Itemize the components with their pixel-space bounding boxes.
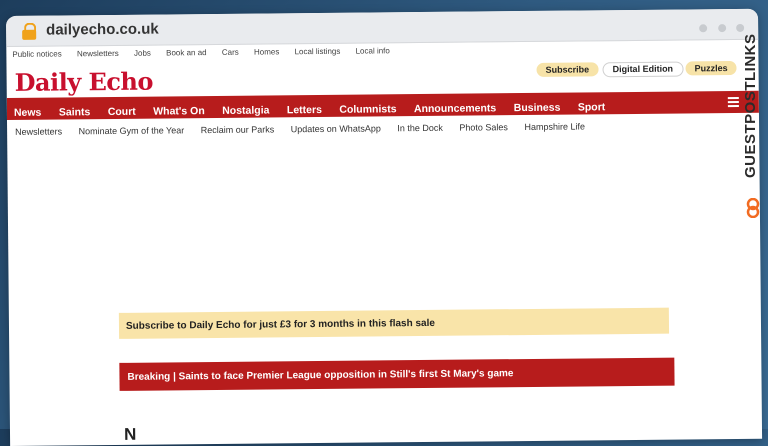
nav-item-court[interactable]: Court bbox=[108, 106, 136, 118]
nav-item-sport[interactable]: Sport bbox=[578, 101, 606, 113]
section-heading: N bbox=[123, 424, 137, 444]
utility-link-jobs[interactable]: Jobs bbox=[134, 49, 151, 58]
subnav-item-gym-of-the-year[interactable]: Nominate Gym of the Year bbox=[79, 125, 185, 136]
subscribe-promo-banner[interactable]: Subscribe to Daily Echo for just £3 for … bbox=[118, 307, 670, 339]
lock-icon bbox=[22, 22, 37, 40]
utility-link-local-info[interactable]: Local info bbox=[356, 46, 390, 55]
utility-link-cars[interactable]: Cars bbox=[222, 48, 239, 57]
nav-item-announcements[interactable]: Announcements bbox=[414, 102, 496, 115]
window-dot-icon[interactable] bbox=[736, 23, 745, 32]
breaking-news-banner[interactable]: Breaking | Saints to face Premier League… bbox=[119, 357, 675, 391]
subnav-item-in-the-dock[interactable]: In the Dock bbox=[397, 123, 443, 133]
utility-links: Public notices Newsletters Jobs Book an … bbox=[12, 46, 403, 59]
subnav-item-reclaim-parks[interactable]: Reclaim our Parks bbox=[201, 124, 275, 135]
subnav-item-whatsapp[interactable]: Updates on WhatsApp bbox=[291, 123, 381, 134]
breaking-text: Breaking | Saints to face Premier League… bbox=[127, 368, 514, 383]
digital-edition-button[interactable]: Digital Edition bbox=[602, 61, 684, 78]
nav-item-whats-on[interactable]: What's On bbox=[153, 105, 205, 117]
nav-item-letters[interactable]: Letters bbox=[287, 104, 322, 116]
puzzles-button[interactable]: Puzzles bbox=[685, 60, 737, 76]
nav-item-news[interactable]: News bbox=[14, 107, 42, 119]
site-logo[interactable]: Daily Echo bbox=[14, 67, 153, 97]
browser-toolbar: dailyecho.co.uk bbox=[6, 8, 759, 47]
utility-link-homes[interactable]: Homes bbox=[254, 47, 279, 56]
nav-item-nostalgia[interactable]: Nostalgia bbox=[222, 104, 269, 116]
watermark: GUESTPOSTLINKS bbox=[742, 33, 766, 228]
nav-item-business[interactable]: Business bbox=[514, 102, 561, 114]
utility-link-newsletters[interactable]: Newsletters bbox=[77, 49, 119, 58]
link-icon bbox=[746, 198, 760, 218]
subnav-item-newsletters[interactable]: Newsletters bbox=[15, 126, 62, 136]
nav-item-columnists[interactable]: Columnists bbox=[339, 103, 396, 116]
subscribe-button[interactable]: Subscribe bbox=[536, 62, 599, 77]
utility-link-public-notices[interactable]: Public notices bbox=[12, 49, 61, 58]
promo-text: Subscribe to Daily Echo for just £3 for … bbox=[125, 317, 435, 332]
address-bar[interactable]: dailyecho.co.uk bbox=[46, 21, 159, 39]
hamburger-menu-icon[interactable] bbox=[727, 96, 739, 109]
utility-link-local-listings[interactable]: Local listings bbox=[295, 47, 341, 56]
subnav-item-hampshire-life[interactable]: Hampshire Life bbox=[524, 121, 585, 132]
window-controls bbox=[693, 19, 745, 37]
subnav-item-photo-sales[interactable]: Photo Sales bbox=[459, 122, 508, 132]
watermark-text: GUESTPOSTLINKS bbox=[742, 33, 759, 178]
sub-nav: Newsletters Nominate Gym of the Year Rec… bbox=[15, 121, 599, 136]
nav-item-saints[interactable]: Saints bbox=[59, 106, 91, 118]
window-dot-icon[interactable] bbox=[699, 24, 708, 33]
window-dot-icon[interactable] bbox=[717, 24, 726, 33]
browser-window: dailyecho.co.uk Public notices Newslette… bbox=[6, 8, 763, 446]
utility-link-book-an-ad[interactable]: Book an ad bbox=[166, 48, 207, 57]
